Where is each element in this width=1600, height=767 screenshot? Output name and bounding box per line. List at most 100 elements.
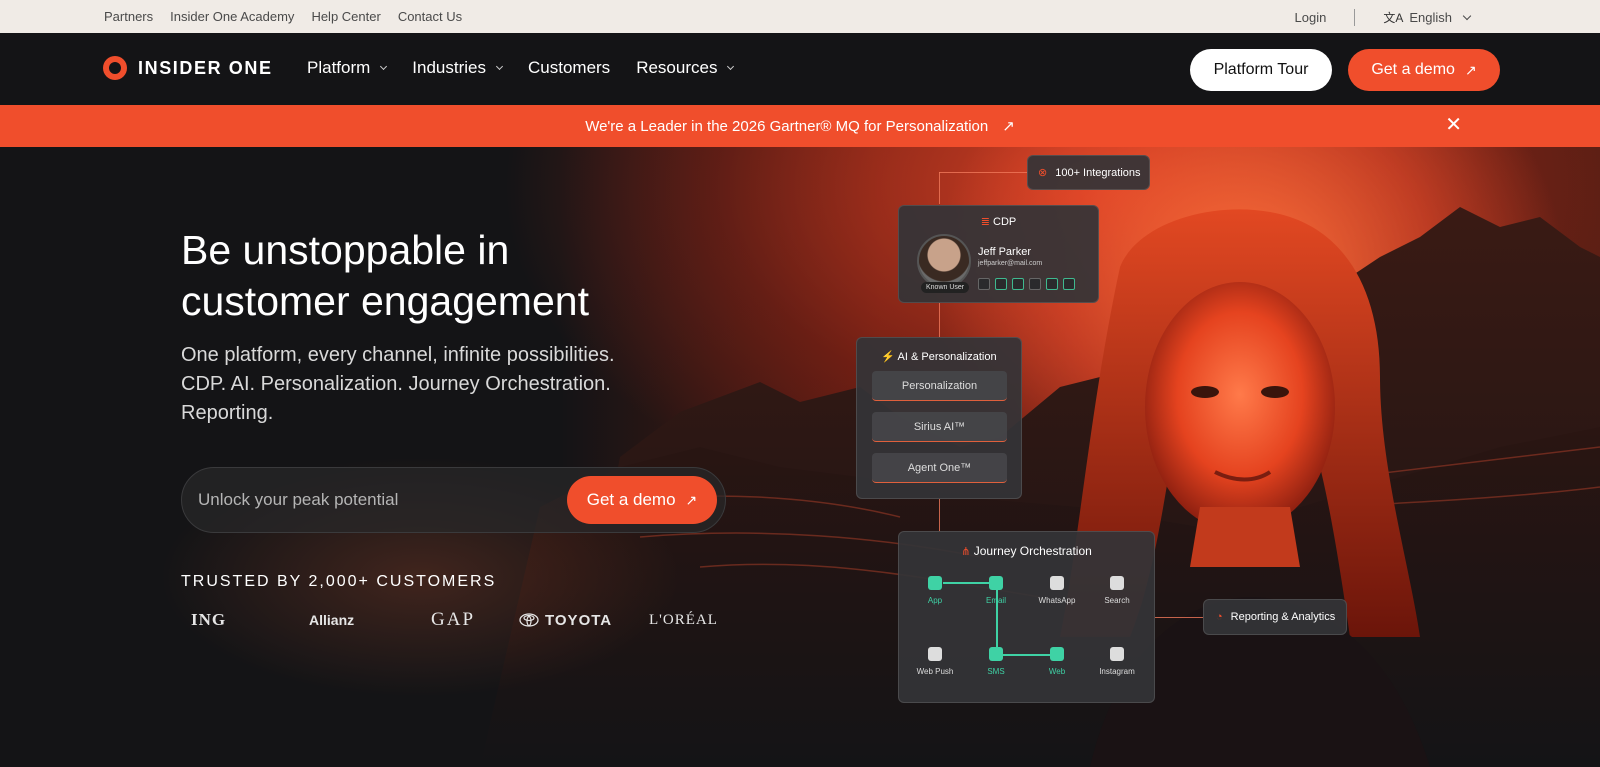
hero-title-line1: Be unstoppable in xyxy=(181,227,510,273)
push-notification-icon xyxy=(928,647,942,661)
arrow-up-right-icon: ↗ xyxy=(1464,61,1477,78)
ai-title: AI & Personalization xyxy=(897,351,997,363)
brand-logo[interactable]: INSIDER ONE xyxy=(103,56,273,80)
trusted-label: TRUSTED BY 2,000+ CUSTOMERS xyxy=(181,573,497,590)
connector-line xyxy=(939,499,940,531)
link-icon: ⊗ xyxy=(1038,167,1048,179)
customer-logos: ING Allianz GAP TOYOTA L'ORÉAL xyxy=(191,609,718,631)
nav-item-resources[interactable]: Resources xyxy=(636,58,735,78)
hero-title-line2: customer engagement xyxy=(181,278,589,324)
language-label: English xyxy=(1409,10,1452,25)
cdp-channel-icons xyxy=(978,278,1075,290)
cdp-card: ≣ CDP Known User Jeff Parker jeffparker@… xyxy=(898,205,1099,303)
journey-node-label: Instagram xyxy=(1099,667,1135,676)
journey-node-label: SMS xyxy=(987,667,1005,676)
instagram-icon xyxy=(1110,647,1124,661)
ai-item-agent-one: Agent One™ xyxy=(872,453,1007,483)
connector-line xyxy=(1155,617,1203,618)
journey-node-email: Email xyxy=(968,576,1024,605)
journey-node-sms: SMS xyxy=(968,647,1024,676)
login-link[interactable]: Login xyxy=(1295,10,1327,25)
cdp-user-name: Jeff Parker xyxy=(978,246,1031,258)
journey-node-web-push: Web Push xyxy=(907,647,963,676)
journey-node-label: App xyxy=(927,596,943,605)
ing-logo: ING xyxy=(191,610,227,629)
toyota-wordmark: TOYOTA xyxy=(545,611,613,629)
announcement-text: We're a Leader in the 2026 Gartner® MQ f… xyxy=(585,117,989,135)
allianz-logo: Allianz xyxy=(309,612,355,628)
hero-title: Be unstoppable in customer engagement xyxy=(181,225,741,327)
connector-line xyxy=(939,172,940,204)
main-nav: INSIDER ONE Platform Industries Customer… xyxy=(0,33,1600,105)
journey-node-label: WhatsApp xyxy=(1038,596,1076,605)
chevron-down-icon xyxy=(380,62,388,70)
hero-get-demo-label: Get a demo xyxy=(586,490,676,509)
announcement-banner: We're a Leader in the 2026 Gartner® MQ f… xyxy=(0,105,1600,147)
mail-icon xyxy=(1012,278,1024,290)
gap-logo: GAP xyxy=(431,609,476,630)
journey-node-app: App xyxy=(907,576,963,605)
chevron-down-icon xyxy=(727,62,735,70)
sparkle-icon: ⚡ xyxy=(881,351,896,363)
email-input[interactable] xyxy=(198,468,558,532)
insider-logo-icon xyxy=(103,56,127,80)
pie-chart-icon: ◔ xyxy=(1216,611,1223,623)
reporting-label: Reporting & Analytics xyxy=(1230,611,1336,623)
loreal-logo: L'ORÉAL xyxy=(649,611,718,628)
arrow-up-right-icon: ↗ xyxy=(685,491,698,508)
web-icon xyxy=(1063,278,1075,290)
nav-item-label: Resources xyxy=(636,58,718,77)
journey-node-search: Search xyxy=(1089,576,1145,605)
help-center-link[interactable]: Help Center xyxy=(311,9,380,24)
hero-get-demo-button[interactable]: Get a demo ↗ xyxy=(567,476,717,524)
ai-header: ⚡ AI & Personalization xyxy=(857,350,1021,363)
utility-bar: Partners Insider One Academy Help Center… xyxy=(0,0,1600,33)
journey-node-label: Search xyxy=(1104,596,1130,605)
hero-section: Be unstoppable in customer engagement On… xyxy=(0,147,1600,767)
known-user-badge: Known User xyxy=(921,282,970,293)
journey-header: ⋔ Journey Orchestration xyxy=(899,544,1154,558)
contact-us-link[interactable]: Contact Us xyxy=(398,9,462,24)
nav-item-label: Industries xyxy=(412,58,486,77)
chevron-down-icon xyxy=(1462,11,1472,20)
nav-item-industries[interactable]: Industries xyxy=(412,58,504,78)
utility-links: Partners Insider One Academy Help Center… xyxy=(104,9,462,24)
whatsapp-icon xyxy=(978,278,990,290)
get-demo-label: Get a demo xyxy=(1371,61,1455,78)
hero-subtitle-line1: One platform, every channel, infinite po… xyxy=(181,344,615,366)
close-icon[interactable]: ✕ xyxy=(1445,115,1462,135)
connector-line xyxy=(939,303,940,337)
demo-signup-form: Get a demo ↗ xyxy=(181,467,726,533)
search-icon xyxy=(1110,576,1124,590)
journey-node-whatsapp: WhatsApp xyxy=(1029,576,1085,605)
mobile-icon xyxy=(928,576,942,590)
journey-node-instagram: Instagram xyxy=(1089,647,1145,676)
arrow-up-right-icon: ↗ xyxy=(1002,118,1015,135)
nav-item-customers[interactable]: Customers xyxy=(528,58,610,78)
academy-link[interactable]: Insider One Academy xyxy=(170,9,294,24)
platform-tour-button[interactable]: Platform Tour xyxy=(1190,49,1332,91)
reporting-card: ◔ Reporting & Analytics xyxy=(1203,599,1347,635)
journey-node-web: Web xyxy=(1029,647,1085,676)
journey-node-label: Email xyxy=(985,596,1006,605)
hero-subtitle-line3: Reporting. xyxy=(181,402,274,424)
nav-item-platform[interactable]: Platform xyxy=(307,58,388,78)
bell-icon xyxy=(1029,278,1041,290)
nav-item-label: Customers xyxy=(528,58,611,77)
journey-node-label: Web Push xyxy=(916,667,954,676)
cdp-user-email: jeffparker@mail.com xyxy=(978,260,1043,267)
get-demo-button[interactable]: Get a demo ↗ xyxy=(1348,49,1500,91)
avatar xyxy=(917,234,971,288)
language-selector[interactable]: 文A English xyxy=(1383,9,1472,26)
mobile-icon xyxy=(1046,278,1058,290)
integrations-label: 100+ Integrations xyxy=(1055,166,1141,179)
brand-name: INSIDER ONE xyxy=(138,57,273,78)
announcement-link[interactable]: We're a Leader in the 2026 Gartner® MQ f… xyxy=(585,117,1015,136)
journey-title: Journey Orchestration xyxy=(973,544,1092,558)
hero-subtitle-line2: CDP. AI. Personalization. Journey Orches… xyxy=(181,373,611,395)
partners-link[interactable]: Partners xyxy=(104,9,153,24)
ai-personalization-card: ⚡ AI & Personalization Personalization S… xyxy=(856,337,1022,499)
connector-line xyxy=(939,172,1027,173)
cdp-title: CDP xyxy=(993,216,1017,228)
utility-right: Login 文A English xyxy=(1295,9,1472,26)
